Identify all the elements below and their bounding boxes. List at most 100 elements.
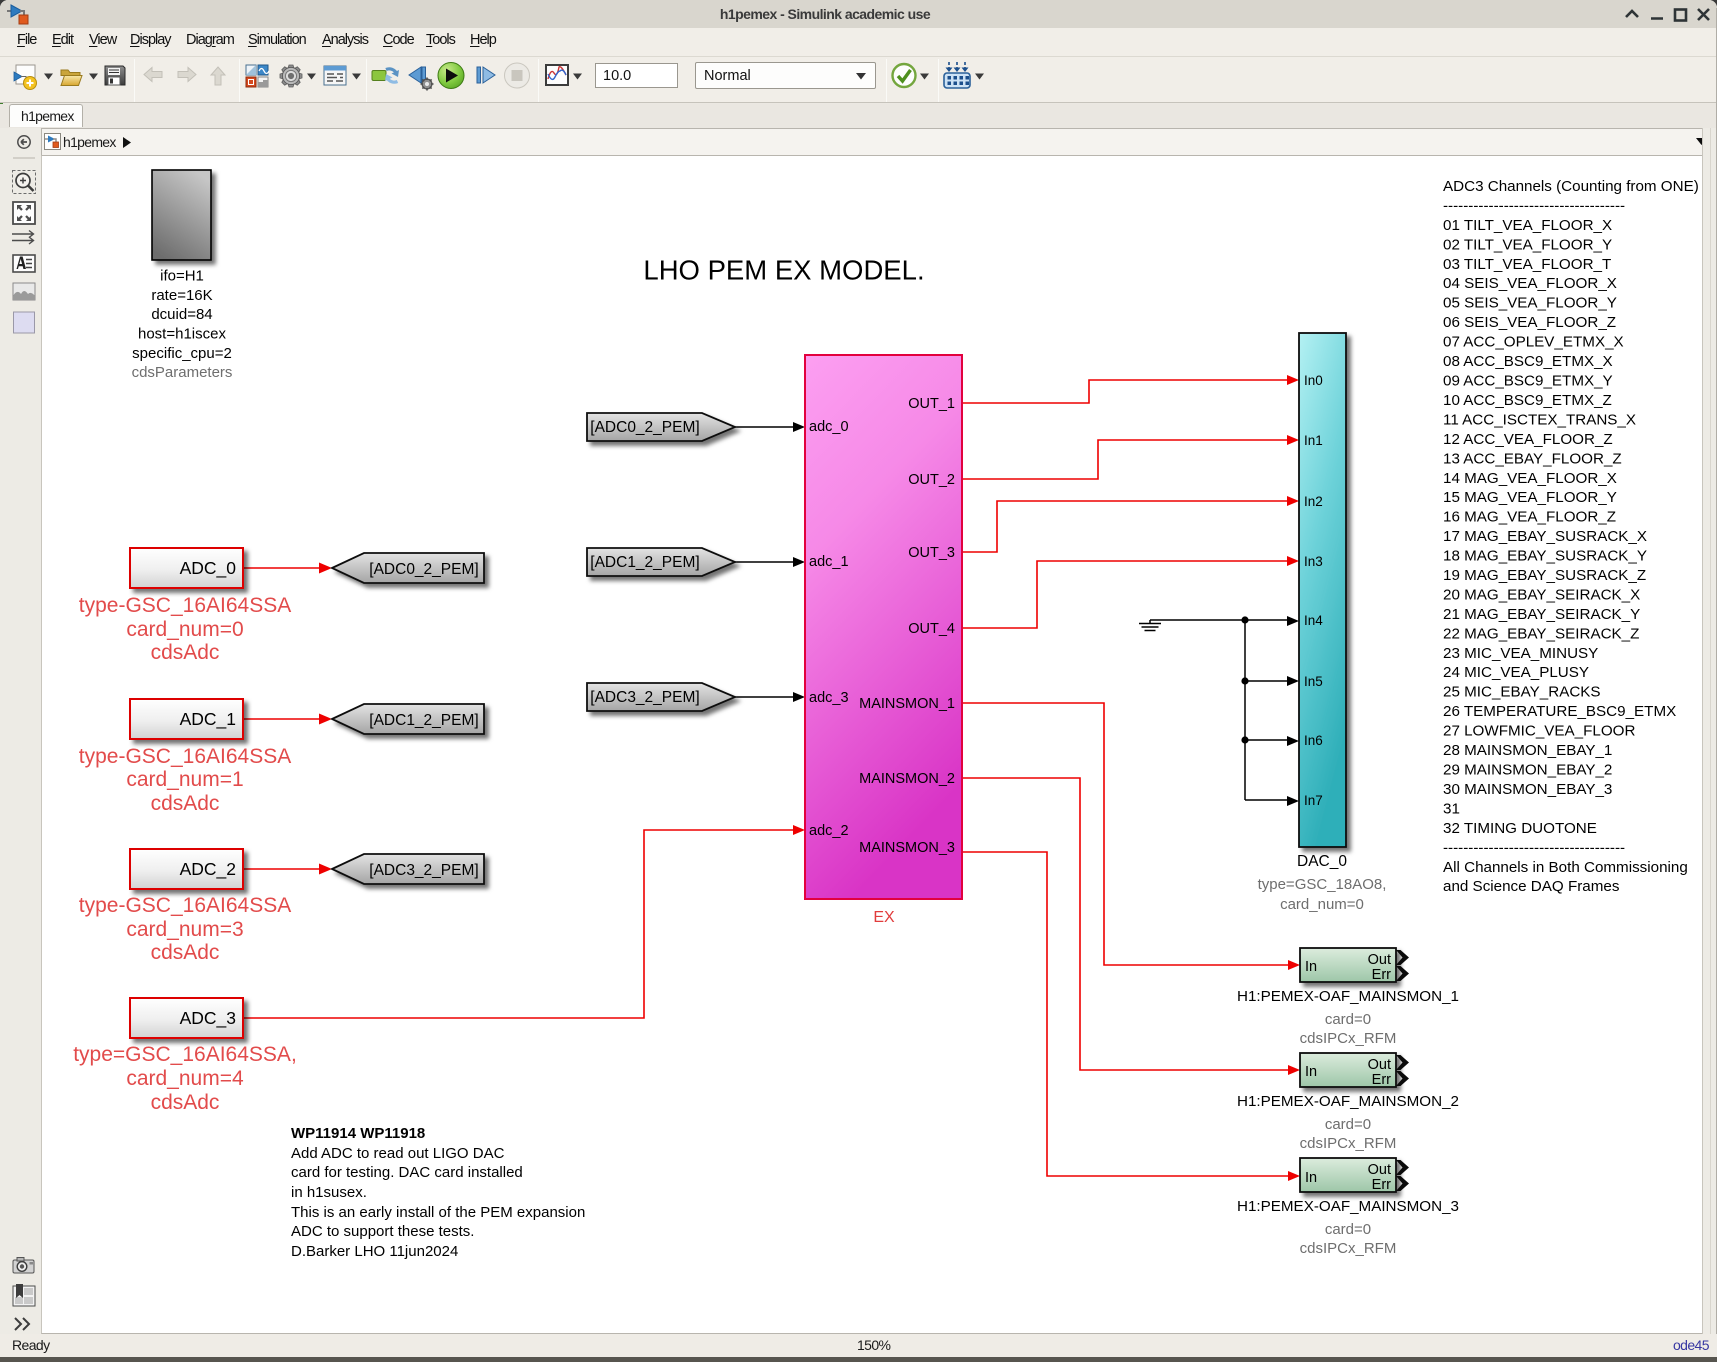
svg-text:H1:PEMEX-OAF_MAINSMON_1: H1:PEMEX-OAF_MAINSMON_1 (1237, 988, 1459, 1005)
svg-text:Out: Out (1368, 952, 1391, 968)
svg-text:In2: In2 (1304, 494, 1323, 509)
svg-text:MAINSMON_1: MAINSMON_1 (859, 696, 955, 712)
svg-text:13 ACC_EBAY_FLOOR_Z: 13 ACC_EBAY_FLOOR_Z (1443, 450, 1622, 467)
svg-text:ADC3 Channels (Counting from O: ADC3 Channels (Counting from ONE) (1443, 178, 1699, 195)
svg-text:in h1susex.: in h1susex. (291, 1184, 367, 1201)
svg-text:24 MIC_VEA_PLUSY: 24 MIC_VEA_PLUSY (1443, 664, 1589, 681)
svg-text:adc_3: adc_3 (809, 690, 849, 706)
svg-text:ADC_2: ADC_2 (180, 859, 236, 880)
svg-text:20 MAG_EBAY_SEIRACK_X: 20 MAG_EBAY_SEIRACK_X (1443, 587, 1640, 604)
svg-text:In0: In0 (1304, 373, 1323, 388)
svg-text:04 SEIS_VEA_FLOOR_X: 04 SEIS_VEA_FLOOR_X (1443, 275, 1617, 292)
svg-text:19 MAG_EBAY_SUSRACK_Z: 19 MAG_EBAY_SUSRACK_Z (1443, 567, 1646, 584)
svg-text:In3: In3 (1304, 554, 1323, 569)
svg-text:29 MAINSMON_EBAY_2: 29 MAINSMON_EBAY_2 (1443, 762, 1612, 779)
svg-text:H1:PEMEX-OAF_MAINSMON_2: H1:PEMEX-OAF_MAINSMON_2 (1237, 1093, 1459, 1110)
svg-text:card for testing. DAC card ins: card for testing. DAC card installed (291, 1164, 523, 1181)
svg-text:ADC_1: ADC_1 (180, 709, 236, 730)
svg-text:Err: Err (1372, 967, 1392, 983)
svg-text:H1:PEMEX-OAF_MAINSMON_3: H1:PEMEX-OAF_MAINSMON_3 (1237, 1198, 1459, 1215)
svg-text:31: 31 (1443, 800, 1460, 817)
svg-text:This is an early install of th: This is an early install of the PEM expa… (291, 1204, 585, 1221)
svg-text:cdsIPCx_RFM: cdsIPCx_RFM (1300, 1240, 1397, 1257)
svg-text:card_num=0: card_num=0 (1280, 896, 1364, 913)
svg-text:10 ACC_BSC9_ETMX_Z: 10 ACC_BSC9_ETMX_Z (1443, 392, 1612, 409)
svg-text:type=GSC_16AI64SSA,: type=GSC_16AI64SSA, (73, 1043, 297, 1066)
svg-text:host=h1iscex: host=h1iscex (138, 326, 226, 343)
svg-text:In: In (1305, 1064, 1317, 1080)
svg-text:In1: In1 (1304, 433, 1323, 448)
svg-text:adc_0: adc_0 (809, 419, 849, 435)
svg-text:D.Barker LHO 11jun2024: D.Barker LHO 11jun2024 (291, 1243, 458, 1260)
svg-text:[ADC0_2_PEM]: [ADC0_2_PEM] (590, 419, 699, 436)
svg-text:rate=16K: rate=16K (151, 287, 212, 304)
svg-text:cdsParameters: cdsParameters (132, 364, 233, 381)
svg-text:[ADC1_2_PEM]: [ADC1_2_PEM] (590, 554, 699, 571)
svg-text:In7: In7 (1304, 793, 1323, 808)
svg-text:15 MAG_VEA_FLOOR_Y: 15 MAG_VEA_FLOOR_Y (1443, 489, 1617, 506)
svg-text:type-GSC_16AI64SSA: type-GSC_16AI64SSA (79, 745, 291, 768)
svg-text:Err: Err (1372, 1072, 1392, 1088)
svg-text:ifo=H1: ifo=H1 (160, 268, 204, 285)
svg-text:card=0: card=0 (1325, 1221, 1371, 1238)
svg-text:DAC_0: DAC_0 (1297, 853, 1347, 870)
svg-text:OUT_3: OUT_3 (908, 545, 955, 561)
svg-text:and Science DAQ Frames: and Science DAQ Frames (1443, 878, 1620, 895)
svg-text:MAINSMON_2: MAINSMON_2 (859, 771, 955, 787)
svg-text:adc_2: adc_2 (809, 823, 849, 839)
svg-text:06 SEIS_VEA_FLOOR_Z: 06 SEIS_VEA_FLOOR_Z (1443, 314, 1616, 331)
svg-text:cdsAdc: cdsAdc (151, 941, 220, 964)
svg-text:Out: Out (1368, 1162, 1391, 1178)
svg-text:Out: Out (1368, 1057, 1391, 1073)
svg-text:cdsAdc: cdsAdc (151, 1091, 220, 1114)
svg-text:type-GSC_16AI64SSA: type-GSC_16AI64SSA (79, 594, 291, 617)
svg-text:12 ACC_VEA_FLOOR_Z: 12 ACC_VEA_FLOOR_Z (1443, 431, 1613, 448)
svg-text:In5: In5 (1304, 674, 1323, 689)
svg-text:card=0: card=0 (1325, 1011, 1371, 1028)
svg-text:In4: In4 (1304, 613, 1323, 628)
svg-text:[ADC3_2_PEM]: [ADC3_2_PEM] (590, 689, 699, 706)
svg-text:11 ACC_ISCTEX_TRANS_X: 11 ACC_ISCTEX_TRANS_X (1443, 411, 1636, 428)
svg-text:type-GSC_16AI64SSA: type-GSC_16AI64SSA (79, 894, 291, 917)
svg-text:All Channels in Both Commissio: All Channels in Both Commissioning (1443, 859, 1688, 876)
svg-text:In: In (1305, 1170, 1317, 1186)
svg-text:type=GSC_18AO8,: type=GSC_18AO8, (1258, 876, 1387, 893)
svg-text:07 ACC_OPLEV_ETMX_X: 07 ACC_OPLEV_ETMX_X (1443, 334, 1624, 351)
svg-text:LHO PEM EX MODEL.: LHO PEM EX MODEL. (643, 255, 924, 286)
svg-text:14 MAG_VEA_FLOOR_X: 14 MAG_VEA_FLOOR_X (1443, 470, 1617, 487)
svg-text:05 SEIS_VEA_FLOOR_Y: 05 SEIS_VEA_FLOOR_Y (1443, 295, 1617, 312)
svg-text:03 TILT_VEA_FLOOR_T: 03 TILT_VEA_FLOOR_T (1443, 256, 1611, 273)
svg-text:[ADC1_2_PEM]: [ADC1_2_PEM] (369, 712, 478, 729)
svg-text:ADC to support these tests.: ADC to support these tests. (291, 1223, 474, 1240)
svg-text:specific_cpu=2: specific_cpu=2 (132, 345, 232, 362)
svg-text:adc_1: adc_1 (809, 554, 849, 570)
svg-text:card_num=0: card_num=0 (126, 618, 243, 641)
svg-text:card=0: card=0 (1325, 1116, 1371, 1133)
svg-text:32 TIMING DUOTONE: 32 TIMING DUOTONE (1443, 820, 1597, 837)
svg-text:02 TILT_VEA_FLOOR_Y: 02 TILT_VEA_FLOOR_Y (1443, 236, 1612, 253)
svg-text:card_num=1: card_num=1 (126, 768, 243, 791)
svg-text:WP11914 WP11918: WP11914 WP11918 (291, 1125, 425, 1142)
svg-text:card_num=3: card_num=3 (126, 918, 243, 941)
svg-text:cdsIPCx_RFM: cdsIPCx_RFM (1300, 1030, 1397, 1047)
svg-text:In6: In6 (1304, 733, 1323, 748)
svg-text:OUT_2: OUT_2 (908, 472, 955, 488)
svg-text:EX: EX (873, 909, 895, 926)
svg-text:21 MAG_EBAY_SEIRACK_Y: 21 MAG_EBAY_SEIRACK_Y (1443, 606, 1640, 623)
svg-text:ADC_0: ADC_0 (180, 558, 237, 579)
svg-text:27 LOWFMIC_VEA_FLOOR: 27 LOWFMIC_VEA_FLOOR (1443, 723, 1635, 740)
svg-text:ADC_3: ADC_3 (180, 1008, 236, 1029)
svg-text:------------------------------: ------------------------------------ (1443, 197, 1625, 214)
svg-text:cdsAdc: cdsAdc (151, 792, 220, 815)
svg-text:------------------------------: ------------------------------------ (1443, 839, 1625, 856)
svg-text:OUT_1: OUT_1 (908, 396, 955, 412)
svg-text:18 MAG_EBAY_SUSRACK_Y: 18 MAG_EBAY_SUSRACK_Y (1443, 548, 1647, 565)
svg-text:22 MAG_EBAY_SEIRACK_Z: 22 MAG_EBAY_SEIRACK_Z (1443, 625, 1639, 642)
svg-text:[ADC3_2_PEM]: [ADC3_2_PEM] (369, 862, 478, 879)
svg-text:[ADC0_2_PEM]: [ADC0_2_PEM] (369, 561, 478, 578)
svg-text:In: In (1305, 959, 1317, 975)
svg-text:OUT_4: OUT_4 (908, 621, 955, 637)
svg-text:dcuid=84: dcuid=84 (151, 306, 212, 323)
svg-text:26 TEMPERATURE_BSC9_ETMX: 26 TEMPERATURE_BSC9_ETMX (1443, 703, 1676, 720)
svg-text:23 MIC_VEA_MINUSY: 23 MIC_VEA_MINUSY (1443, 645, 1598, 662)
